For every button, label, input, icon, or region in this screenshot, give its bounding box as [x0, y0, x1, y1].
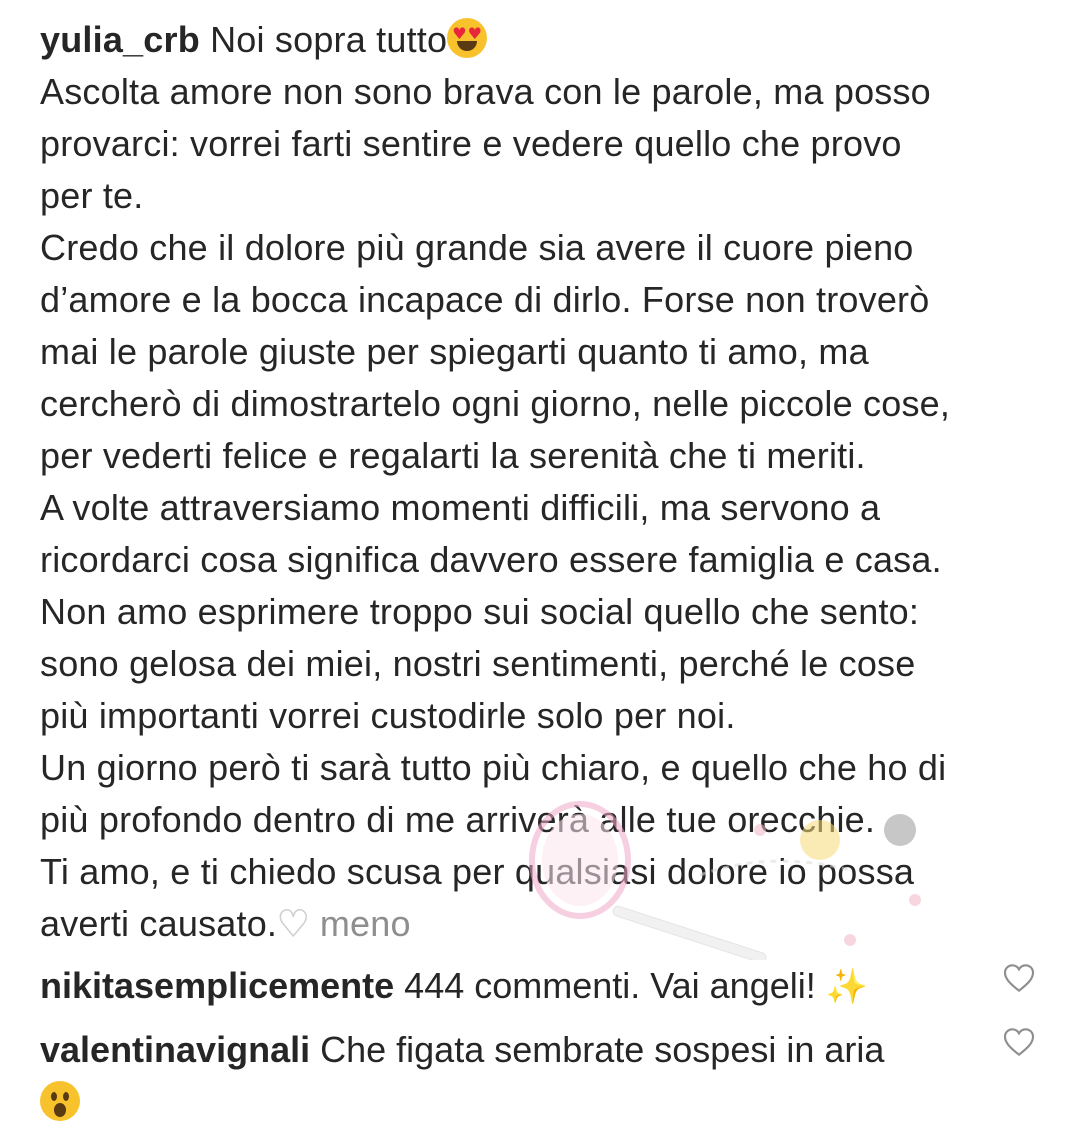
- watermark-logo: [529, 801, 921, 960]
- comment-username[interactable]: valentinavignali: [40, 1029, 310, 1070]
- caption-first-line: Noi sopra tutto: [210, 19, 448, 60]
- caption-line: Non amo esprimere troppo sui social quel…: [40, 591, 920, 632]
- caption-line: Credo che il dolore più grande sia avere…: [40, 227, 914, 268]
- comment-row: valentinavignali Che figata sembrate sos…: [40, 1024, 1040, 1128]
- caption-line: sono gelosa dei miei, nostri sentimenti,…: [40, 643, 916, 684]
- heart-eyes-emoji-icon: ♥ ♥: [447, 18, 488, 59]
- caption-line: ricordarci cosa significa davvero essere…: [40, 539, 942, 580]
- caption-line: d’amore e la bocca incapace di dirlo. Fo…: [40, 279, 930, 320]
- heart-outline-icon[interactable]: [1002, 962, 1036, 994]
- caption-username[interactable]: yulia_crb: [40, 19, 200, 60]
- white-heart-emoji-icon: ♥: [276, 903, 310, 946]
- less-link[interactable]: meno: [320, 903, 411, 944]
- sparkles-emoji-icon: ✨: [825, 967, 869, 1007]
- caption-last-text: averti causato.: [40, 903, 278, 944]
- caption-line: mai le parole giuste per spiegarti quant…: [40, 331, 869, 372]
- comment-text: Che figata sembrate sospesi in aria: [320, 1029, 885, 1070]
- caption-line: più importanti vorrei custodirle solo pe…: [40, 695, 736, 736]
- caption-line: Ascolta amore non sono brava con le paro…: [40, 71, 931, 112]
- caption-line: provarci: vorrei farti sentire e vedere …: [40, 123, 902, 164]
- comment-username[interactable]: nikitasemplicemente: [40, 965, 394, 1006]
- caption-line: A volte attraversiamo momenti difficili,…: [40, 487, 881, 528]
- caption-line: cercherò di dimostrartelo ogni giorno, n…: [40, 383, 951, 424]
- caption-line: Un giorno però ti sarà tutto più chiaro,…: [40, 747, 947, 788]
- heart-outline-icon[interactable]: [1002, 1026, 1036, 1058]
- comment-text: 444 commenti. Vai angeli!: [404, 965, 816, 1006]
- comment-row: nikitasemplicemente 444 commenti. Vai an…: [40, 960, 1040, 1013]
- astonished-face-emoji-icon: [40, 1081, 80, 1122]
- caption-line: per te.: [40, 175, 144, 216]
- caption-header: yulia_crb Noi sopra tutto ♥ ♥: [40, 14, 1050, 66]
- caption-line: per vederti felice e regalarti la sereni…: [40, 435, 866, 476]
